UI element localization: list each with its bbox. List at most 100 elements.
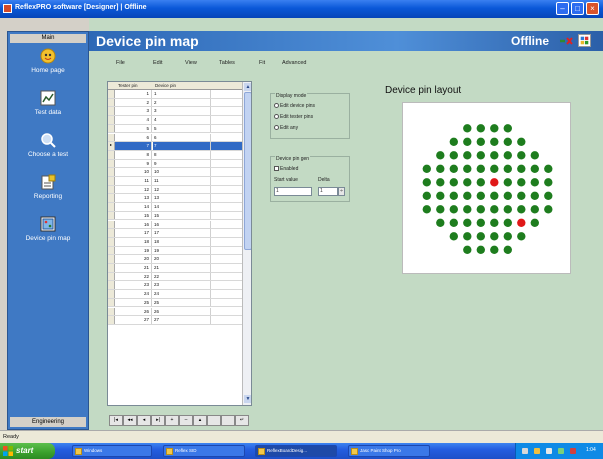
pin-marker[interactable] (422, 205, 431, 214)
device-pin-cell[interactable]: 9 (153, 159, 211, 168)
pin-marker-selected[interactable] (490, 178, 499, 187)
table-row[interactable]: 25 25 (108, 298, 242, 308)
taskbar-item[interactable]: Jasc Paint Shop Pro (348, 445, 430, 457)
pin-marker[interactable] (449, 218, 458, 227)
taskbar-item[interactable]: Reflex SID (163, 445, 245, 457)
device-pin-cell[interactable]: 27 (153, 316, 211, 324)
pin-marker[interactable] (463, 137, 472, 146)
maximize-button[interactable]: □ (571, 2, 584, 15)
row-selector[interactable] (108, 194, 115, 203)
table-row[interactable]: 14 14 (108, 203, 242, 212)
tester-pin-cell[interactable]: 3 (115, 107, 152, 116)
device-pin-cell[interactable]: 22 (153, 272, 211, 281)
pin-marker[interactable] (490, 232, 499, 241)
menu-view[interactable]: View (185, 60, 197, 66)
table-row[interactable]: 20 20 (108, 255, 242, 264)
pin-marker[interactable] (517, 232, 526, 241)
row-selector[interactable] (108, 255, 115, 263)
pin-marker[interactable] (490, 245, 499, 254)
tester-pin-cell[interactable]: 15 (115, 211, 152, 220)
row-selector[interactable] (108, 159, 115, 168)
pin-marker[interactable] (517, 191, 526, 200)
tester-pin-cell[interactable]: 17 (115, 229, 152, 237)
display-mode-option[interactable]: Edit device pins (274, 103, 315, 111)
device-pin-cell[interactable]: 26 (153, 307, 211, 316)
device-pin-cell[interactable]: 13 (153, 194, 211, 203)
tester-pin-cell[interactable]: 10 (115, 168, 152, 176)
tester-pin-cell[interactable]: 26 (115, 307, 152, 316)
row-selector[interactable] (108, 220, 115, 229)
enabled-checkbox[interactable]: Enabled (274, 166, 298, 174)
pin-marker[interactable] (436, 151, 445, 160)
column-header-tester-pin[interactable]: Tester pin (118, 83, 138, 88)
pin-marker[interactable] (422, 178, 431, 187)
tester-pin-cell[interactable]: 5 (115, 124, 152, 133)
pin-marker[interactable] (503, 232, 512, 241)
pin-marker[interactable] (490, 137, 499, 146)
pin-marker[interactable] (476, 218, 485, 227)
pin-marker[interactable] (530, 205, 539, 214)
pin-marker[interactable] (503, 218, 512, 227)
pin-marker[interactable] (517, 205, 526, 214)
nav-prior-button[interactable]: ◂ (137, 415, 151, 426)
row-selector[interactable] (108, 229, 115, 237)
start-button[interactable]: start (0, 443, 55, 459)
sidebar-footer[interactable]: Engineering (10, 417, 86, 427)
pin-marker[interactable] (503, 245, 512, 254)
tester-pin-cell[interactable]: 18 (115, 237, 152, 246)
tray-icon[interactable] (534, 448, 540, 454)
table-row[interactable]: 23 23 (108, 281, 242, 291)
row-selector[interactable] (108, 150, 115, 159)
device-pin-cell[interactable]: 8 (153, 150, 211, 159)
pin-marker[interactable] (422, 164, 431, 173)
menu-file[interactable]: File (116, 60, 125, 66)
pin-marker[interactable] (463, 178, 472, 187)
tester-pin-cell[interactable]: 19 (115, 246, 152, 255)
nav-delete-button[interactable]: – (179, 415, 193, 426)
pin-marker[interactable] (530, 191, 539, 200)
pin-marker[interactable] (517, 151, 526, 160)
nav-prior-page-button[interactable]: ◂◂ (123, 415, 137, 426)
row-selector[interactable] (108, 290, 115, 298)
pin-marker[interactable] (449, 178, 458, 187)
pin-marker[interactable] (503, 178, 512, 187)
radio-icon[interactable] (274, 114, 279, 120)
nav-first-button[interactable]: |◂ (109, 415, 123, 426)
device-pin-cell[interactable]: 15 (153, 211, 211, 220)
row-selector[interactable] (108, 107, 115, 116)
pin-marker[interactable] (476, 124, 485, 133)
row-selector[interactable] (108, 177, 115, 185)
tester-pin-cell[interactable]: 21 (115, 264, 152, 272)
pin-layout-diagram[interactable] (403, 103, 572, 275)
row-selector[interactable] (108, 124, 115, 133)
table-row[interactable]: 66 (108, 133, 242, 143)
tester-pin-cell[interactable]: 9 (115, 159, 152, 168)
tester-pin-cell[interactable]: 14 (115, 203, 152, 211)
nav-last-button[interactable]: ▸| (151, 415, 165, 426)
pin-marker[interactable] (517, 178, 526, 187)
device-pin-cell[interactable]: 16 (153, 220, 211, 229)
start-value-input[interactable]: 1 (274, 187, 312, 196)
table-row[interactable]: 19 19 (108, 246, 242, 256)
table-row[interactable]: 13 13 (108, 194, 242, 204)
pin-marker[interactable] (476, 164, 485, 173)
device-pin-cell[interactable]: 17 (153, 229, 211, 237)
tester-pin-cell[interactable]: 7 (115, 142, 152, 150)
device-pin-cell[interactable]: 4 (153, 116, 211, 124)
table-row[interactable]: 11 11 (108, 177, 242, 186)
pin-marker[interactable] (476, 151, 485, 160)
sidebar-header[interactable]: Main (10, 34, 86, 43)
table-scrollbar[interactable]: ▲ ▼ (242, 82, 251, 405)
row-selector[interactable] (108, 298, 115, 307)
pin-marker[interactable] (503, 191, 512, 200)
pin-marker[interactable] (490, 124, 499, 133)
tester-pin-cell[interactable]: 25 (115, 298, 152, 307)
pin-marker[interactable] (530, 218, 539, 227)
radio-icon[interactable] (274, 125, 279, 131)
row-selector[interactable] (108, 237, 115, 246)
pin-marker[interactable] (476, 137, 485, 146)
device-pin-cell[interactable]: 20 (153, 255, 211, 263)
table-row[interactable]: 99 (108, 159, 242, 169)
pin-marker[interactable] (503, 164, 512, 173)
pin-marker[interactable] (436, 218, 445, 227)
